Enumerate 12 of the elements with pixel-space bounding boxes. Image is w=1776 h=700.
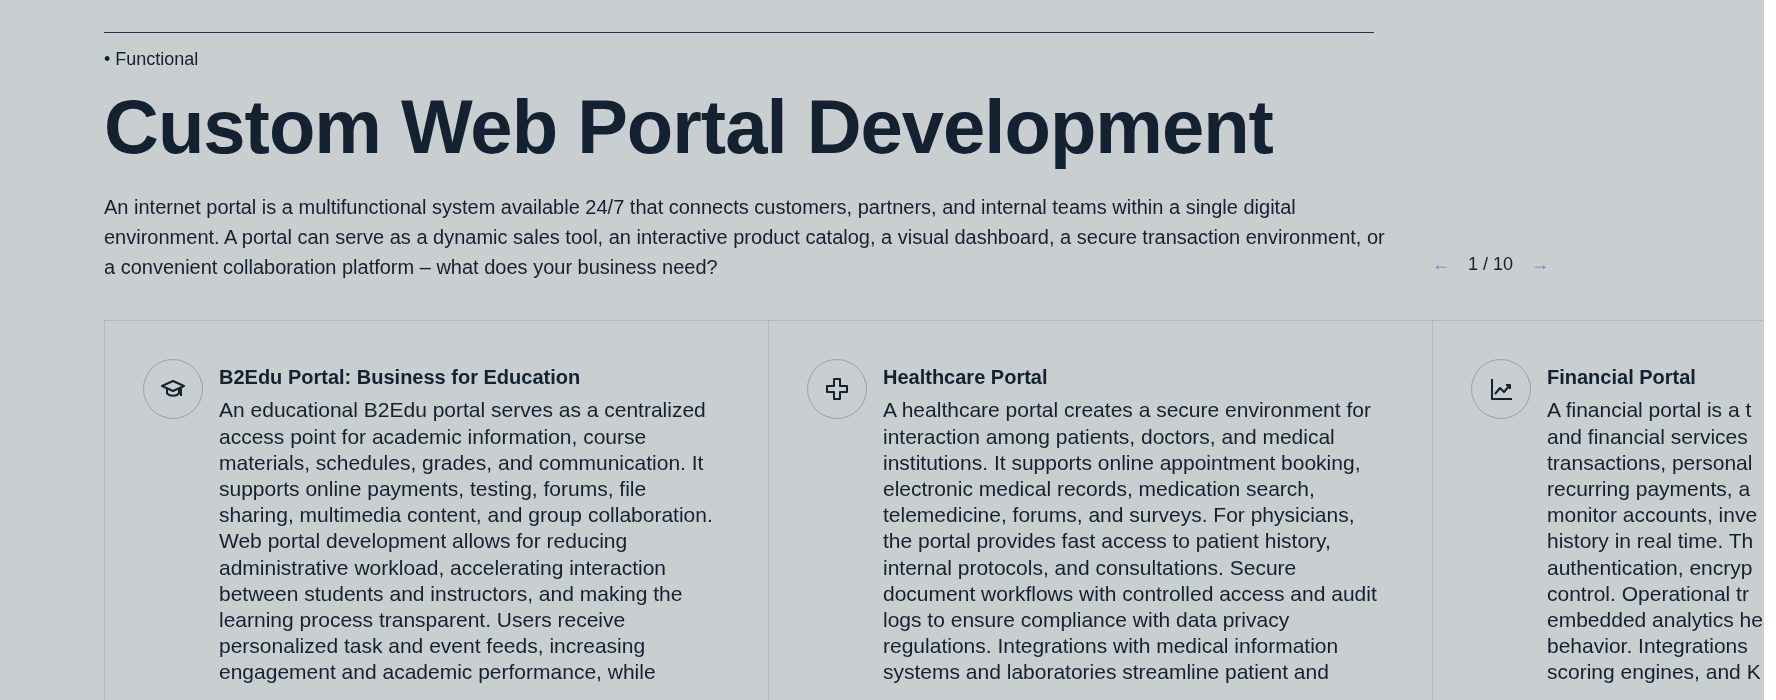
- card-description: A financial portal is a t and financial services transactions, personal recurring payments, a monitor accounts, inve history in real time. Th authentication, encryp control. Operational tr embedded analytics he behavior. Integrations scoring engines, and K: [1547, 397, 1763, 686]
- page-heading: Custom Web Portal Development: [104, 83, 1274, 171]
- section-label: • Functional: [104, 48, 199, 71]
- next-button[interactable]: →: [1525, 251, 1556, 279]
- intro-paragraph: An internet portal is a multifunctional system available 24/7 that connects customers, partners, and internal teams within a single digital environment. A portal can serve as a dynamic sales tool, an interactive product catalog, a visual dashboard, a secure transaction environment, or a convenient collaboration platform – what does your business need?: [104, 195, 1386, 281]
- card-description: A healthcare portal creates a secure environment for interaction among patients, doctors, and medical institutions. It supports online appointment booking, electronic medical records, medication search, telemedicine, forums, and surveys. For physicians, the portal provides fast access to patient history, internal protocols, and consultations. Secure document workflows with controlled access and audit logs to ensure compliance with data privacy regulations. Integrations with medical information systems and laboratories streamline patient and: [883, 397, 1377, 686]
- card-title: Financial Portal: [1547, 365, 1697, 390]
- previous-button[interactable]: ←: [1426, 251, 1456, 279]
- page-counter: 1 / 10: [1468, 253, 1514, 277]
- card-title: B2Edu Portal: Business for Education: [219, 365, 582, 390]
- card-description: An educational B2Edu portal serves as a centralized access point for academic information, course materials, schedules, grades, and communication. It supports online payments, testing, forums, file sharing, multimedia content, and group collaboration. Web portal development allows for reducing administrative workload, accelerating interaction between students and instructors, and making the learning process transparent. Users receive personalized task and event feeds, increasing engagement and academic performance, while: [219, 397, 713, 686]
- card-title: Healthcare Portal: [883, 365, 1049, 390]
